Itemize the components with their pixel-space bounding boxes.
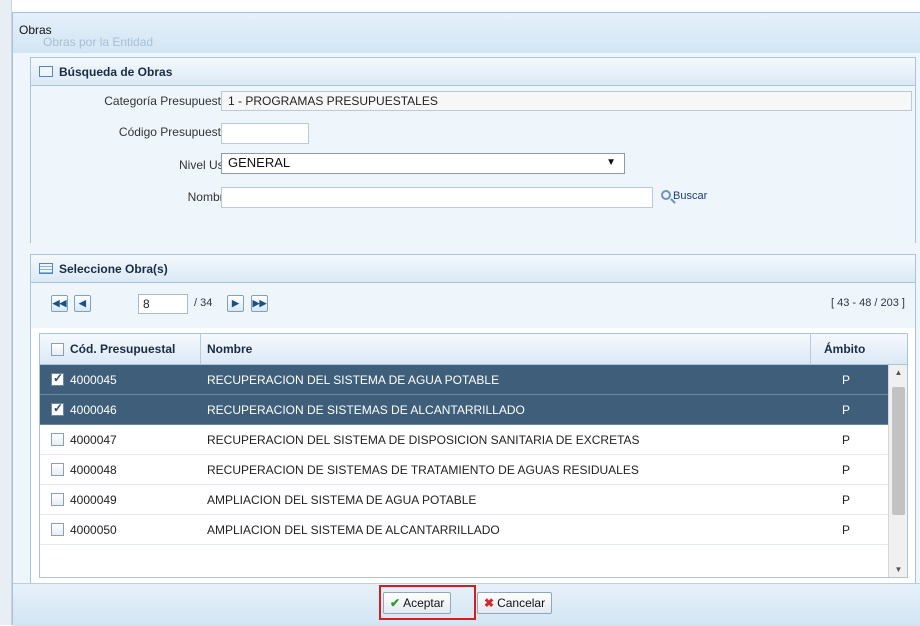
select-all-checkbox[interactable]: [51, 343, 64, 356]
scroll-up-icon[interactable]: ▲: [889, 365, 907, 381]
row-checkbox[interactable]: [51, 371, 64, 386]
search-panel: Búsqueda de Obras Categoría Presupuestal…: [30, 57, 916, 243]
pager: ◀◀ ◀ 8 / 34 ▶ ▶▶ [ 43 - 48 / 203 ]: [31, 283, 915, 328]
dialog-title: Obras: [19, 23, 52, 37]
column-divider: [810, 334, 811, 365]
dialog-footer: ✔ Aceptar ✖ Cancelar: [13, 583, 920, 626]
scrollbar-thumb[interactable]: [892, 387, 905, 515]
row-checkbox[interactable]: [51, 401, 64, 416]
obras-dialog: Obras por la Entidad Obras Búsqueda de O…: [12, 12, 920, 626]
background-window-edge: [0, 0, 12, 625]
row-name: RECUPERACION DE SISTEMAS DE ALCANTARRILL…: [207, 403, 525, 417]
table-row[interactable]: 4000049 AMPLIACION DEL SISTEMA DE AGUA P…: [40, 485, 888, 515]
cancel-button[interactable]: ✖ Cancelar: [477, 592, 553, 614]
first-page-icon[interactable]: ◀◀: [51, 295, 68, 312]
obras-table: Cód. Presupuestal Nombre Ámbito 4000045 …: [39, 333, 908, 578]
row-scope: P: [842, 433, 851, 447]
row-code: 4000048: [70, 463, 117, 477]
results-panel: Seleccione Obra(s) ◀◀ ◀ 8 / 34 ▶ ▶▶ [ 43…: [30, 254, 916, 587]
column-header-name[interactable]: Nombre: [207, 342, 252, 356]
previous-page-icon[interactable]: ◀: [74, 295, 91, 312]
row-code: 4000046: [70, 403, 117, 417]
panel-table-icon: [39, 263, 53, 274]
categoria-field[interactable]: 1 - PROGRAMAS PRESUPUESTALES: [221, 91, 912, 111]
search-button[interactable]: Buscar: [661, 189, 707, 202]
row-scope: P: [842, 463, 851, 477]
row-name: RECUPERACION DEL SISTEMA DE DISPOSICION …: [207, 433, 640, 447]
row-scope: P: [842, 403, 851, 417]
panel-window-icon: [39, 66, 53, 77]
nombre-row: Nombre : Buscar: [31, 184, 915, 210]
row-name: AMPLIACION DEL SISTEMA DE AGUA POTABLE: [207, 493, 477, 507]
nivel-uso-select[interactable]: GENERAL ▼: [221, 153, 625, 174]
row-name: RECUPERACION DE SISTEMAS DE TRATAMIENTO …: [207, 463, 639, 477]
row-code: 4000049: [70, 493, 117, 507]
column-divider: [200, 334, 201, 365]
results-panel-header: Seleccione Obra(s): [31, 255, 915, 283]
table-header: Cód. Presupuestal Nombre Ámbito: [40, 334, 907, 365]
table-row[interactable]: 4000046 RECUPERACION DE SISTEMAS DE ALCA…: [40, 395, 888, 425]
red-x-icon: ✖: [484, 596, 495, 610]
table-row[interactable]: 4000050 AMPLIACION DEL SISTEMA DE ALCANT…: [40, 515, 888, 545]
cancel-button-label: Cancelar: [497, 596, 546, 610]
row-scope: P: [842, 493, 851, 507]
row-checkbox[interactable]: [51, 463, 64, 476]
search-panel-title: Búsqueda de Obras: [59, 65, 173, 79]
search-button-label: Buscar: [673, 190, 708, 202]
row-code: 4000045: [70, 373, 117, 387]
codigo-input[interactable]: [221, 123, 309, 144]
table-row[interactable]: 4000047 RECUPERACION DEL SISTEMA DE DISP…: [40, 425, 888, 455]
table-row[interactable]: 4000048 RECUPERACION DE SISTEMAS DE TRAT…: [40, 455, 888, 485]
row-scope: P: [842, 373, 851, 387]
table-scrollbar[interactable]: ▲ ▼: [888, 365, 907, 577]
categoria-row: Categoría Presupuestal : 1 - PROGRAMAS P…: [31, 88, 915, 114]
codigo-row: Código Presupuestal :: [31, 119, 915, 145]
codigo-label: Código Presupuestal :: [118, 125, 237, 139]
row-name: RECUPERACION DEL SISTEMA DE AGUA POTABLE: [207, 373, 500, 387]
record-range: [ 43 - 48 / 203 ]: [831, 297, 905, 309]
row-checkbox[interactable]: [51, 493, 64, 506]
scroll-down-icon[interactable]: ▼: [889, 562, 907, 577]
page-number-input[interactable]: 8: [138, 294, 188, 314]
nivel-uso-value: GENERAL: [228, 155, 291, 170]
dropdown-arrow-icon[interactable]: ▼: [606, 157, 616, 168]
row-checkbox[interactable]: [51, 523, 64, 536]
accept-button-label: Aceptar: [403, 596, 445, 610]
results-panel-title: Seleccione Obra(s): [59, 262, 168, 276]
categoria-label: Categoría Presupuestal :: [104, 94, 237, 108]
table-row[interactable]: 4000045 RECUPERACION DEL SISTEMA DE AGUA…: [40, 365, 888, 395]
check-icon: ✔: [390, 596, 401, 610]
dialog-titlebar: Obras por la Entidad Obras: [13, 13, 920, 53]
last-page-icon[interactable]: ▶▶: [251, 295, 268, 312]
accept-button[interactable]: ✔ Aceptar: [383, 592, 452, 614]
next-page-icon[interactable]: ▶: [227, 295, 244, 312]
search-form: Categoría Presupuestal : 1 - PROGRAMAS P…: [31, 86, 915, 243]
magnifier-icon: [661, 190, 671, 200]
nombre-input[interactable]: [221, 187, 653, 208]
nivel-uso-row: Nivel Uso : GENERAL ▼: [31, 152, 915, 178]
row-checkbox[interactable]: [51, 433, 64, 446]
row-code: 4000050: [70, 523, 117, 537]
row-name: AMPLIACION DEL SISTEMA DE ALCANTARRILLAD…: [207, 523, 500, 537]
row-scope: P: [842, 523, 851, 537]
row-code: 4000047: [70, 433, 117, 447]
search-panel-header: Búsqueda de Obras: [31, 58, 915, 86]
column-header-scope[interactable]: Ámbito: [824, 342, 865, 356]
page-total: / 34: [194, 297, 213, 309]
column-header-code[interactable]: Cód. Presupuestal: [70, 342, 175, 356]
background-window-title: Obras por la Entidad: [43, 35, 154, 49]
